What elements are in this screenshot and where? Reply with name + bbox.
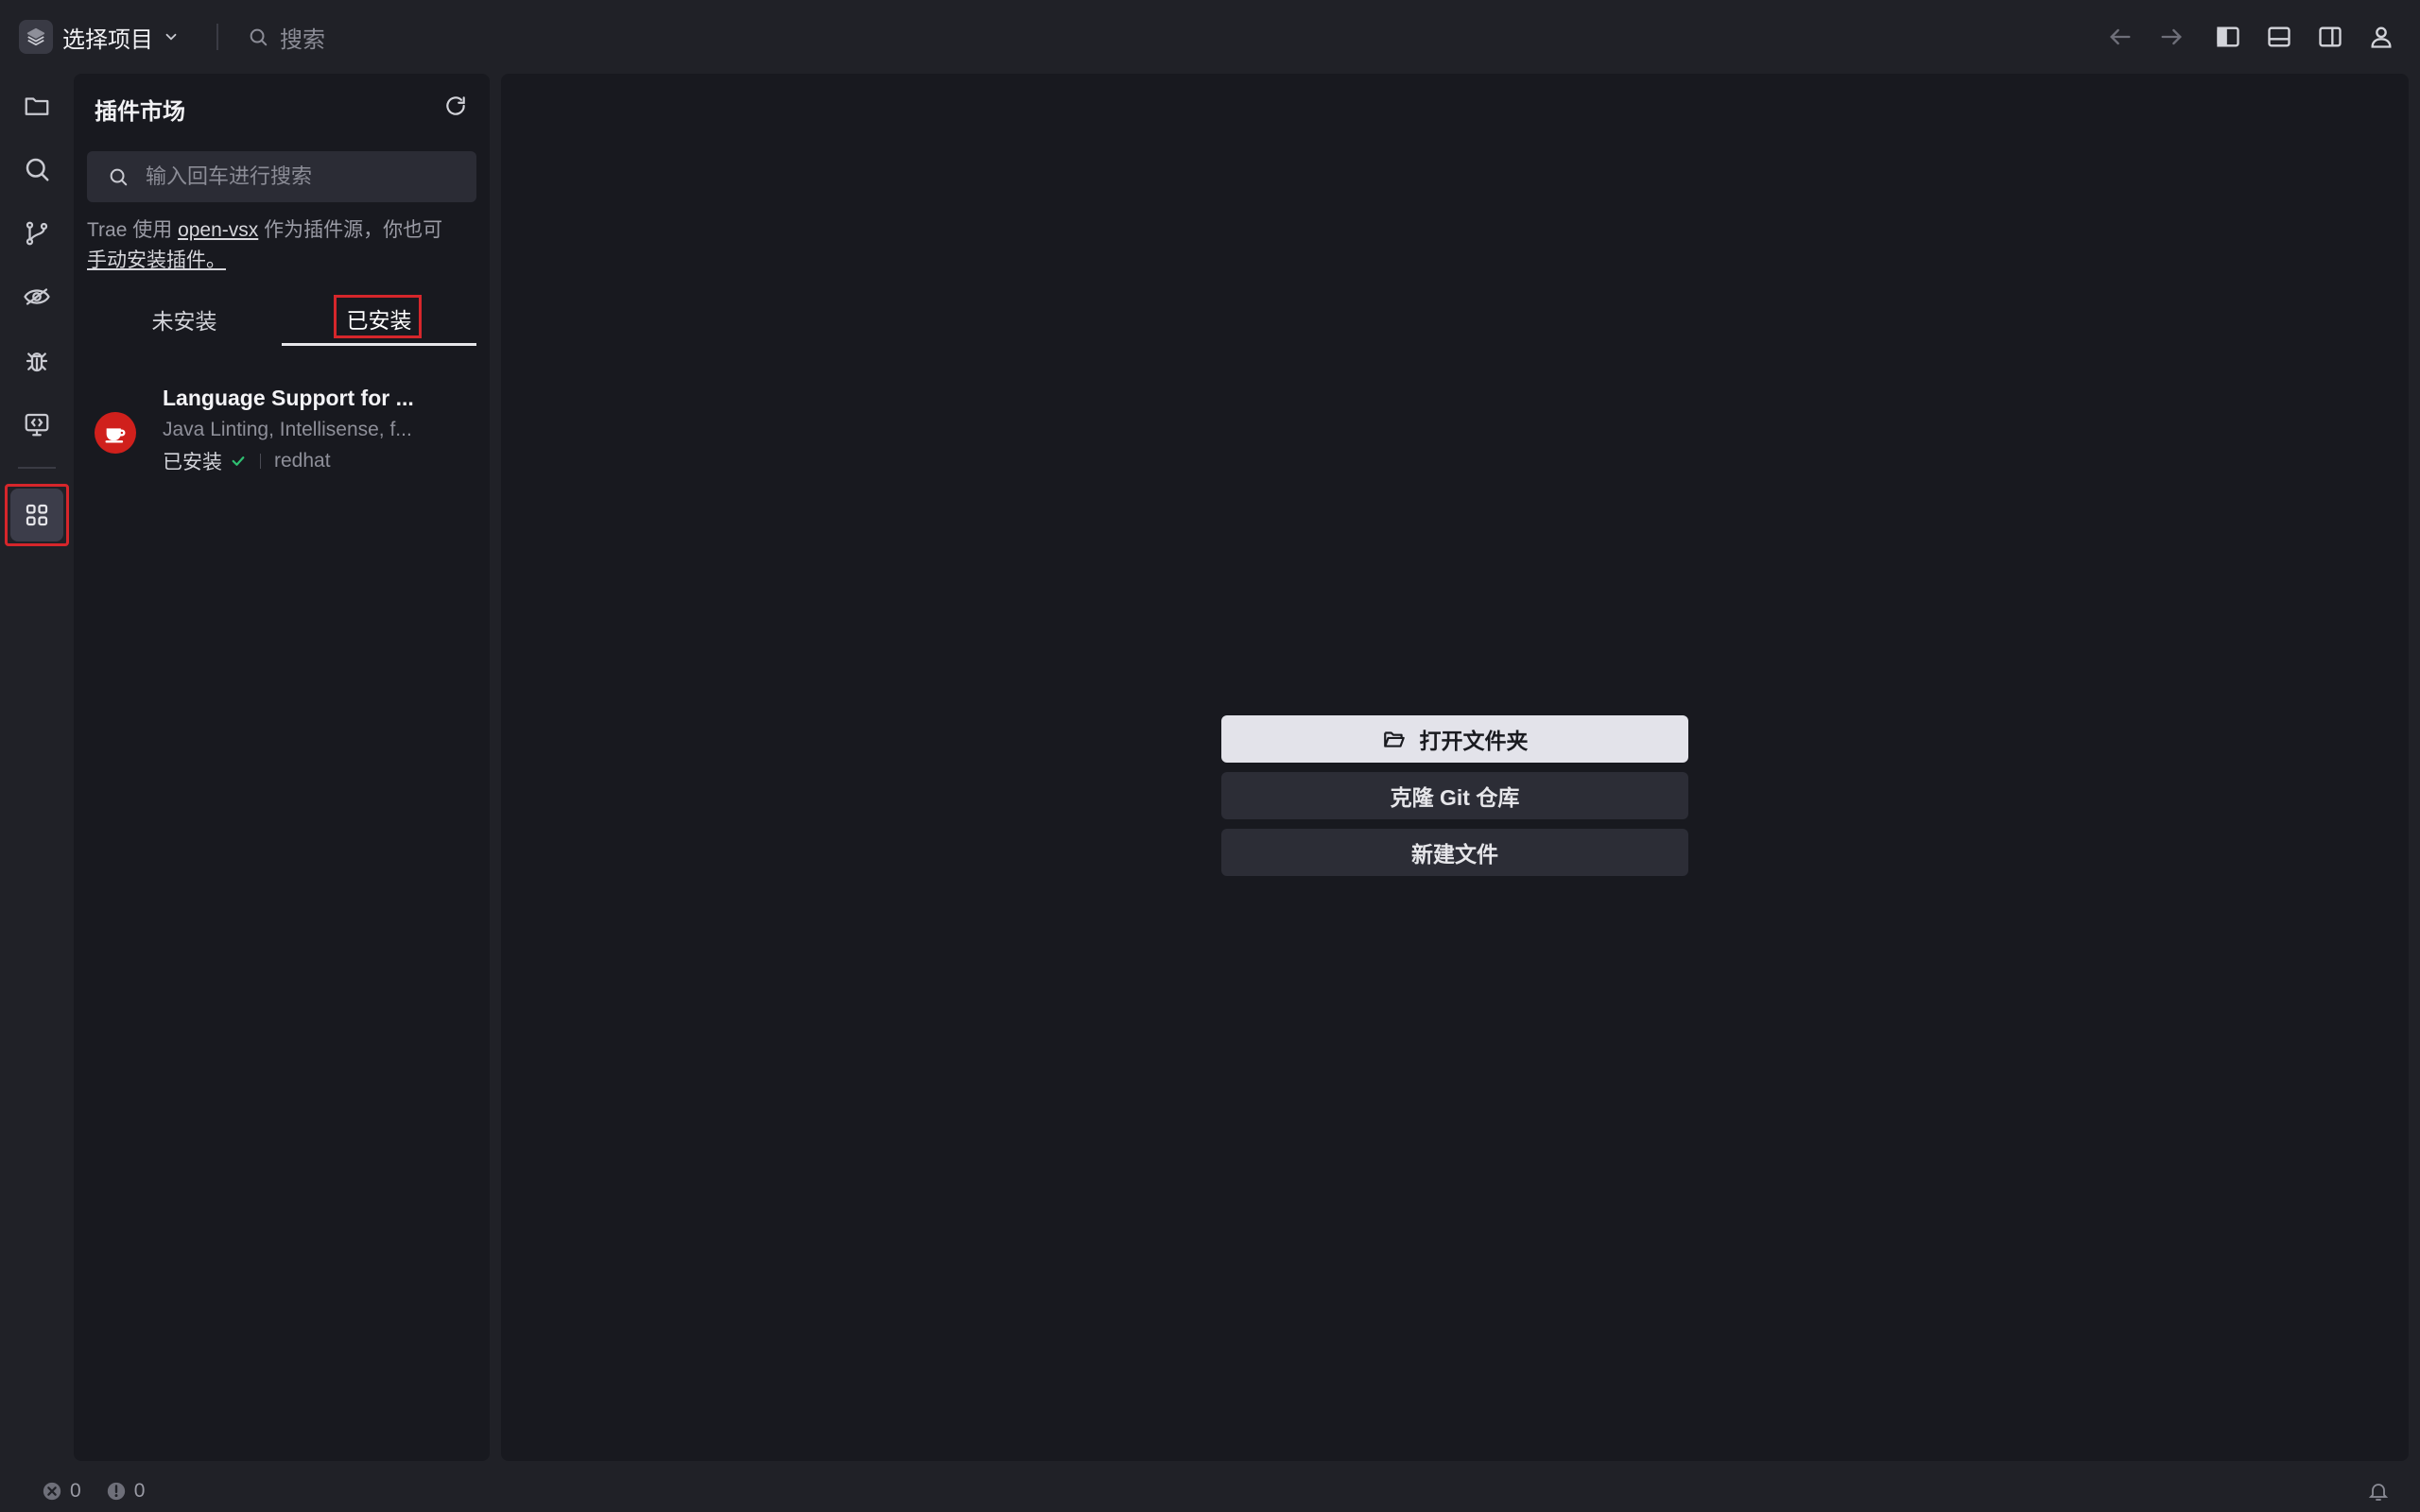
extension-meta: 已安装 redhat — [163, 447, 414, 475]
notifications-button[interactable] — [2367, 1480, 2392, 1504]
activity-divider — [18, 467, 56, 469]
clone-git-label: 克隆 Git 仓库 — [1390, 785, 1520, 810]
manual-install-link[interactable]: 手动安装插件。 — [87, 249, 226, 271]
git-branch-icon — [26, 221, 48, 246]
debug-button[interactable] — [10, 335, 63, 387]
tab-label-wrap: 已安装 — [333, 294, 424, 340]
open-vsx-link[interactable]: open-vsx — [178, 219, 258, 241]
search-icon — [108, 166, 129, 187]
explorer-button[interactable] — [10, 79, 63, 132]
extension-search-box — [87, 151, 476, 202]
open-folder-button[interactable]: 打开文件夹 — [1221, 715, 1688, 763]
extension-tabs: 未安装 已安装 — [87, 293, 476, 346]
titlebar-controls — [2095, 16, 2407, 58]
search-icon — [248, 26, 268, 47]
back-button[interactable] — [2095, 16, 2146, 58]
activity-bar — [0, 74, 74, 1470]
eye-orbit-icon — [24, 288, 50, 305]
clone-git-button[interactable]: 克隆 Git 仓库 — [1221, 772, 1688, 819]
toggle-secondary-sidebar-button[interactable] — [2305, 16, 2356, 58]
folder-icon — [25, 97, 49, 115]
extension-publisher: redhat — [274, 450, 331, 472]
folder-open-icon — [1382, 727, 1407, 751]
extensions-grid-icon — [26, 504, 48, 526]
search-view-button[interactable] — [10, 143, 63, 196]
search-icon — [26, 158, 49, 181]
meta-divider — [260, 454, 261, 469]
extension-description: Java Linting, Intellisense, f... — [163, 419, 412, 440]
refresh-icon — [446, 96, 465, 115]
tab-label: 未安装 — [151, 309, 217, 334]
extension-name: Language Support for ... — [163, 386, 414, 410]
refresh-button[interactable] — [439, 89, 473, 123]
extension-status: 已安装 — [163, 452, 222, 473]
topbar-divider — [216, 24, 218, 50]
remote-display-button[interactable] — [10, 398, 63, 451]
coffee-cup-icon — [95, 412, 136, 454]
monitor-code-icon — [25, 413, 49, 437]
layers-icon — [19, 20, 53, 54]
tab-label: 已安装 — [346, 307, 412, 333]
editor-area: 打开文件夹 克隆 Git 仓库 新建文件 — [501, 74, 2409, 1461]
bell-icon — [2368, 1484, 2389, 1501]
new-file-button[interactable]: 新建文件 — [1221, 829, 1688, 876]
extensions-button[interactable] — [10, 489, 63, 541]
error-icon — [42, 1481, 62, 1502]
source-control-button[interactable] — [10, 207, 63, 260]
status-bar: 0 0 — [0, 1470, 2420, 1512]
tab-installed[interactable]: 已安装 — [282, 293, 476, 346]
warning-icon — [106, 1481, 127, 1502]
extension-list-item[interactable]: Language Support for ... Java Linting, I… — [87, 380, 476, 474]
global-search-placeholder: 搜索 — [280, 26, 325, 53]
info-text: Trae 使用 — [87, 219, 179, 241]
source-info: Trae 使用 open-vsx 作为插件源，你也可 手动安装插件。 — [87, 215, 476, 276]
bug-icon — [26, 352, 48, 372]
check-icon — [230, 453, 247, 470]
error-count: 0 — [70, 1480, 81, 1502]
sidebar-title: 插件市场 — [95, 99, 185, 125]
account-button[interactable] — [2356, 16, 2407, 58]
info-text: 作为插件源，你也可 — [258, 219, 443, 241]
project-name: 选择项目 — [62, 26, 153, 53]
forward-button[interactable] — [2146, 16, 2197, 58]
toggle-primary-sidebar-button[interactable] — [2203, 16, 2254, 58]
global-search[interactable]: 搜索 — [248, 21, 325, 53]
open-folder-label: 打开文件夹 — [1419, 729, 1529, 753]
welcome-actions: 打开文件夹 克隆 Git 仓库 新建文件 — [1221, 715, 1688, 885]
warning-count: 0 — [133, 1480, 146, 1502]
tab-not-installed[interactable]: 未安装 — [87, 293, 282, 346]
toggle-panel-button[interactable] — [2254, 16, 2305, 58]
extensions-sidebar: 插件市场 Trae 使用 open-vsx 作为插件源，你也可 手动安装插件。 … — [74, 74, 490, 1461]
remote-explorer-button[interactable] — [10, 270, 63, 323]
extension-text: Language Support for ... Java Linting, I… — [163, 380, 414, 474]
new-file-label: 新建文件 — [1411, 842, 1498, 867]
problems-indicator[interactable]: 0 0 — [42, 1480, 145, 1503]
title-bar: 选择项目 搜索 — [0, 0, 2420, 74]
extension-search-input[interactable] — [146, 164, 448, 189]
project-switcher[interactable]: 选择项目 — [19, 19, 180, 55]
chevron-down-icon — [163, 28, 180, 45]
